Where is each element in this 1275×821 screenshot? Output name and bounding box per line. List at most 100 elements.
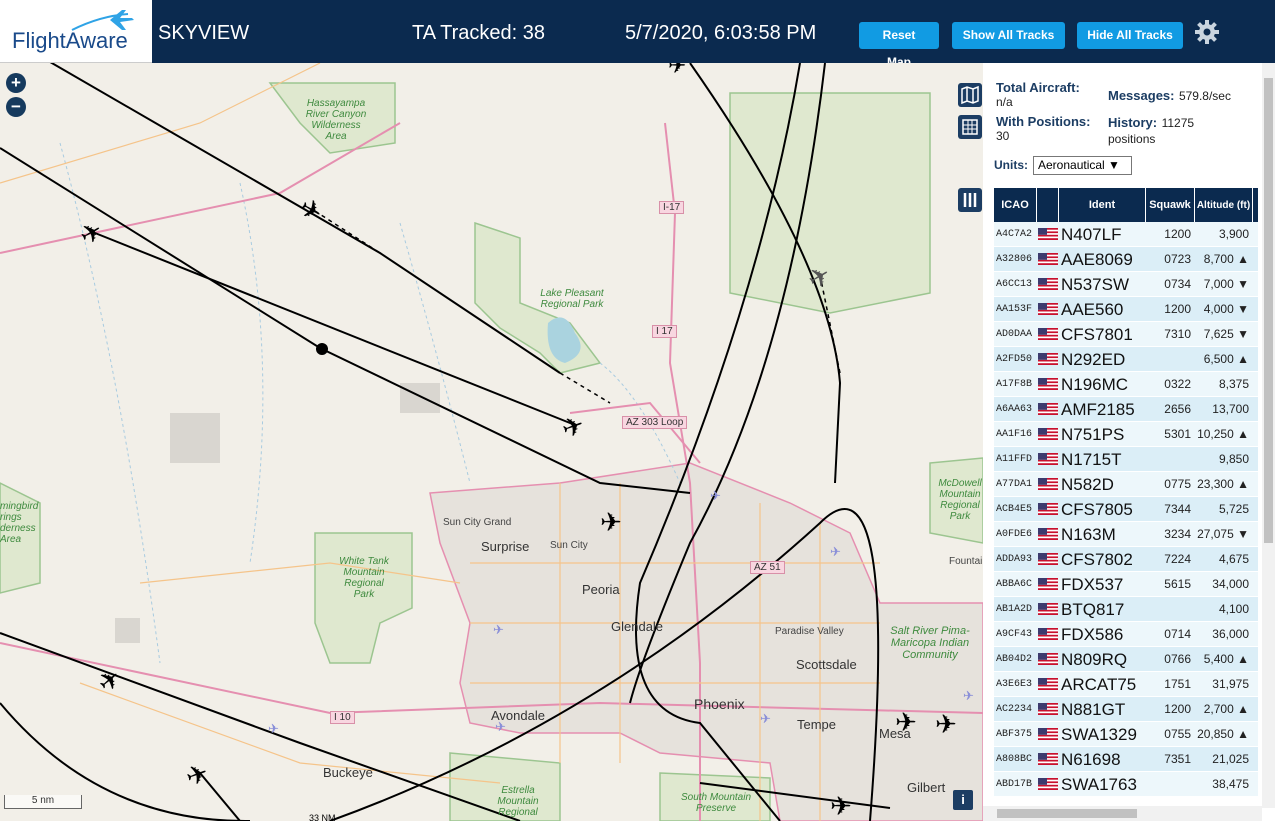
col-flag[interactable] [1037, 188, 1059, 222]
table-row[interactable]: A4C7A2 N407LF 1200 3,900 [994, 222, 1258, 247]
table-row[interactable]: ACB4E5 CFS7805 7344 5,725 [994, 497, 1258, 522]
row-ident: FDX537 [1061, 575, 1124, 594]
row-altitude: 4,000 ▼ [1203, 302, 1249, 316]
row-flag [1037, 447, 1059, 471]
map-layers-button[interactable] [958, 83, 982, 107]
info-button[interactable]: i [953, 790, 973, 810]
label-range: 33 NM [309, 813, 336, 821]
row-ident: N537SW [1061, 275, 1130, 294]
history-stat: History: 11275 positions [1108, 114, 1194, 146]
zoom-out-button[interactable]: − [6, 97, 26, 117]
row-icao: A0FDE6 [996, 529, 1033, 540]
map-view[interactable]: ✈ ✈ ✈ ✈ ✈ ✈ ✈ ✈ ✈ ✈ ✈ ✈ ✈ ✈ ✈ ✈ ✈ ✈ Hass… [0, 63, 983, 821]
svg-text:✈: ✈ [963, 689, 974, 704]
table-row[interactable]: A808BC N61698 7351 21,025 [994, 747, 1258, 772]
aircraft-icon: ✈ [668, 63, 686, 79]
table-row[interactable]: A9CF43 FDX586 0714 36,000 [994, 622, 1258, 647]
table-row[interactable]: ABBA6C FDX537 5615 34,000 [994, 572, 1258, 597]
table-row[interactable]: AA1F16 N751PS 5301 10,250 ▲ [994, 422, 1258, 447]
us-flag-icon [1038, 753, 1058, 765]
row-altitude: 27,075 ▼ [1197, 527, 1249, 541]
table-row[interactable]: ADDA93 CFS7802 7224 4,675 [994, 547, 1258, 572]
col-altitude[interactable]: Altitude (ft) [1195, 188, 1253, 222]
row-icao: AB04D2 [996, 654, 1033, 665]
aircraft-icon: ✈ [830, 792, 852, 821]
columns-toggle-button[interactable] [958, 188, 982, 212]
hide-all-tracks-button[interactable]: Hide All Tracks [1077, 22, 1183, 49]
row-flag [1037, 747, 1059, 771]
label-surprise: Surprise [481, 539, 530, 554]
table-row[interactable]: AD0DAA CFS7801 7310 7,625 ▼ [994, 322, 1258, 347]
table-row[interactable]: A2FD50 N292ED 6,500 ▲ [994, 347, 1258, 372]
table-row[interactable]: AC2234 N881GT 1200 2,700 ▲ [994, 697, 1258, 722]
row-altitude: 8,375 [1218, 377, 1249, 391]
label-hummingbird: mingbird rings derness Area [0, 501, 39, 545]
row-squawk: 7351 [1164, 752, 1191, 766]
row-squawk: 5301 [1164, 427, 1191, 441]
col-squawk[interactable]: Squawk [1146, 188, 1195, 222]
show-all-tracks-button[interactable]: Show All Tracks [952, 22, 1065, 49]
row-ident: N196MC [1061, 375, 1129, 394]
aircraft-icon: ✈ [182, 758, 213, 794]
row-ident: AMF2185 [1061, 400, 1135, 419]
zoom-in-button[interactable]: + [6, 73, 26, 93]
row-icao: ABD17B [996, 779, 1033, 790]
row-squawk: 7224 [1164, 552, 1191, 566]
row-altitude: 23,300 ▲ [1197, 477, 1249, 491]
row-flag [1037, 247, 1059, 271]
label-sun-city: Sun City [550, 540, 588, 551]
us-flag-icon [1038, 503, 1058, 515]
table-row[interactable]: ABF375 SWA1329 0755 20,850 ▲ [994, 722, 1258, 747]
table-row[interactable]: A6CC13 N537SW 0734 7,000 ▼ [994, 272, 1258, 297]
row-ident: N582D [1061, 475, 1114, 494]
col-ident[interactable]: Ident [1059, 188, 1146, 222]
table-row[interactable]: AB04D2 N809RQ 0766 5,400 ▲ [994, 647, 1258, 672]
track-1 [0, 147, 691, 494]
row-altitude: 3,900 [1218, 227, 1249, 241]
table-row[interactable]: A77DA1 N582D 0775 23,300 ▲ [994, 472, 1258, 497]
table-row[interactable]: A6AA63 AMF2185 2656 13,700 [994, 397, 1258, 422]
table-row[interactable]: ABD17B SWA1763 38,475 [994, 772, 1258, 797]
row-squawk: 0755 [1164, 727, 1191, 741]
columns-icon [963, 193, 977, 207]
table-row[interactable]: A17F8B N196MC 0322 8,375 [994, 372, 1258, 397]
vertical-scrollbar-thumb[interactable] [1264, 78, 1273, 543]
shield-az303: AZ 303 Loop [622, 416, 688, 429]
row-flag [1037, 297, 1059, 321]
units-select[interactable]: Aeronautical ▼ [1033, 156, 1132, 175]
row-icao: A11FFD [996, 454, 1033, 465]
reset-map-button[interactable]: Reset Map [859, 22, 939, 69]
label-paradise-valley: Paradise Valley [775, 626, 844, 637]
flightaware-logo[interactable]: FlightAware [0, 0, 152, 63]
row-altitude: 5,725 [1218, 502, 1249, 516]
label-sun-city-grand: Sun City Grand [443, 517, 512, 528]
us-flag-icon [1038, 303, 1058, 315]
label-fountain: Fountai [949, 556, 983, 567]
history-value: 11275 [1161, 116, 1195, 130]
aircraft-table: ICAO Ident Squawk Altitude (ft) A4C7A2 N4… [994, 188, 1258, 797]
us-flag-icon [1038, 353, 1058, 365]
label-gilbert: Gilbert [907, 780, 946, 795]
table-row[interactable]: AB1A2D BTQ817 4,100 [994, 597, 1258, 622]
row-flag [1037, 397, 1059, 421]
logo-text: FlightAware [12, 28, 128, 53]
shield-i17b: I 17 [652, 325, 677, 338]
grid-toggle-button[interactable] [958, 115, 982, 139]
table-row[interactable]: AA153F AAE560 1200 4,000 ▼ [994, 297, 1258, 322]
grid-icon [962, 119, 978, 135]
col-icao[interactable]: ICAO [994, 188, 1037, 222]
row-flag [1037, 372, 1059, 396]
table-row[interactable]: A11FFD N1715T 9,850 [994, 447, 1258, 472]
horizontal-scrollbar[interactable] [983, 806, 1262, 821]
table-row[interactable]: A3E6E3 ARCAT75 1751 31,975 [994, 672, 1258, 697]
label-avondale: Avondale [491, 708, 545, 723]
table-row[interactable]: A32806 AAE8069 0723 8,700 ▲ [994, 247, 1258, 272]
label-mesa: Mesa [879, 726, 911, 741]
vertical-scrollbar[interactable] [1262, 63, 1275, 808]
with-positions-stat: With Positions: 30 [996, 114, 1091, 143]
table-row[interactable]: A0FDE6 N163M 3234 27,075 ▼ [994, 522, 1258, 547]
gear-icon[interactable] [1194, 19, 1220, 45]
row-ident: FDX586 [1061, 625, 1124, 644]
aircraft-icon: ✈ [935, 710, 957, 740]
horizontal-scrollbar-thumb[interactable] [997, 809, 1137, 818]
